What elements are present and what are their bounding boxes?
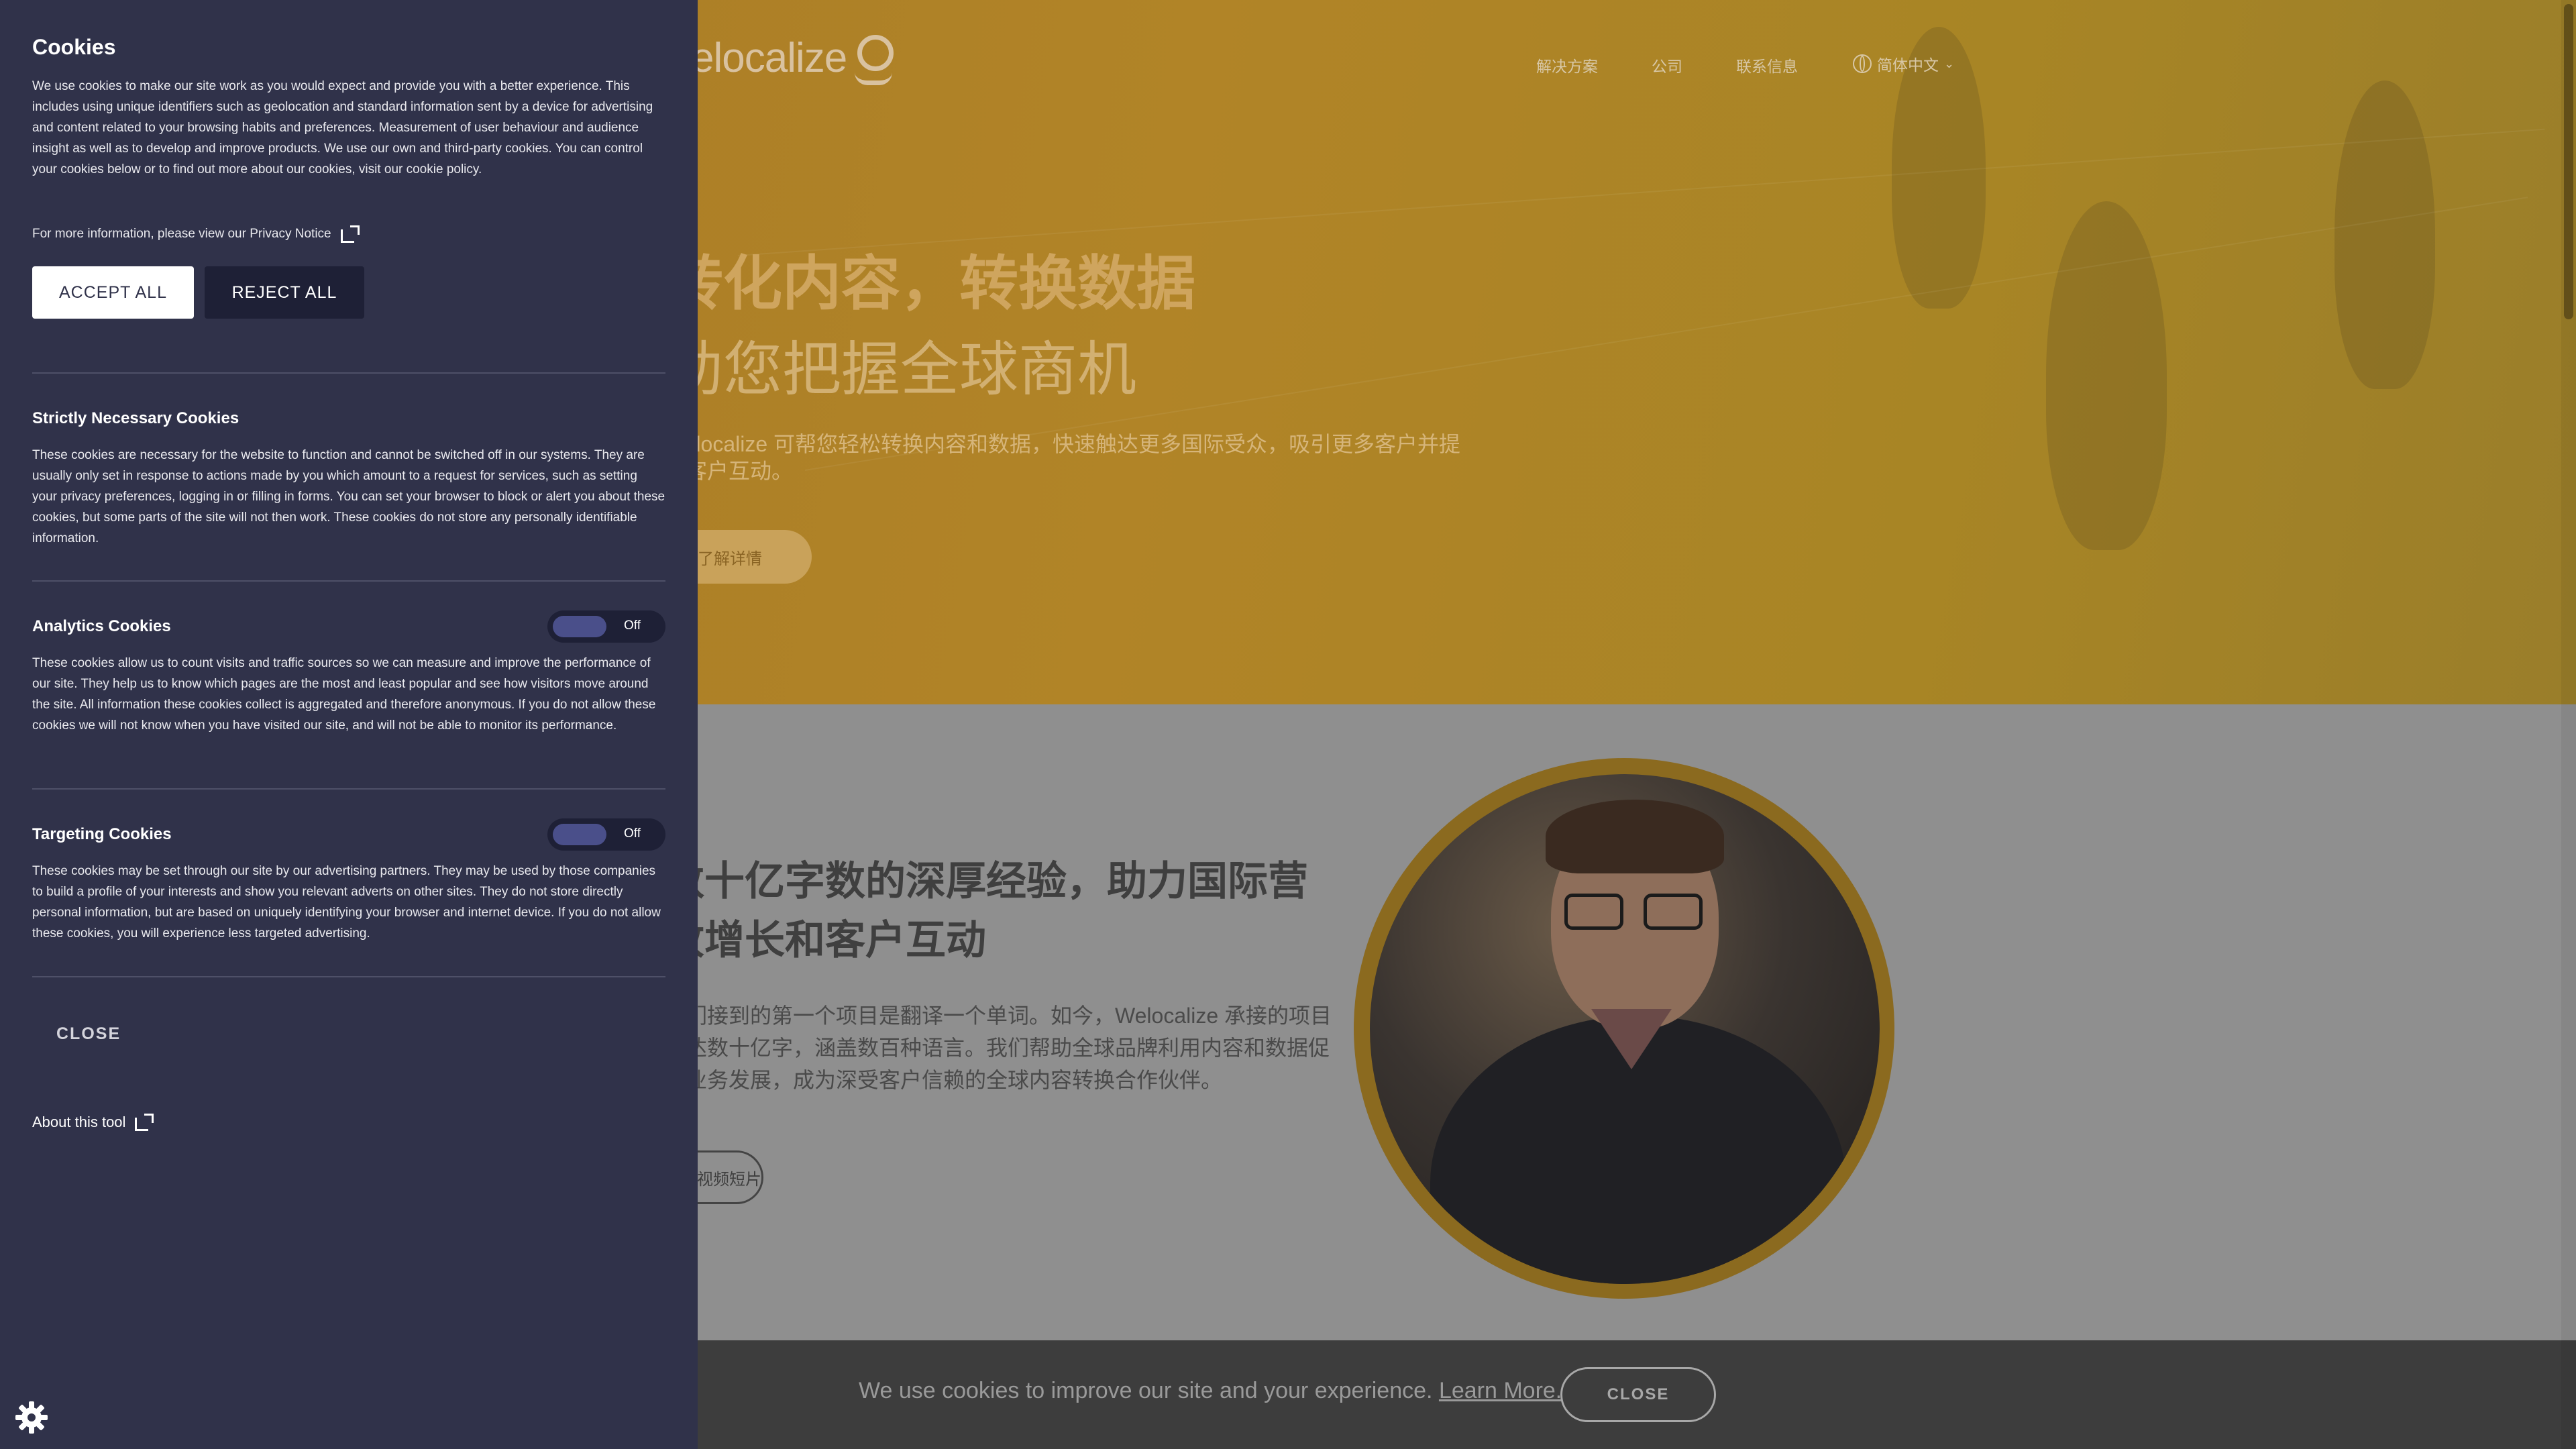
about-tool-text: About this tool (32, 1114, 126, 1130)
panel-close-button[interactable]: CLOSE (56, 1024, 121, 1044)
strictly-necessary-title: Strictly Necessary Cookies (32, 409, 239, 427)
nav-item-solutions[interactable]: 解决方案 (1536, 54, 1598, 76)
nav-item-company[interactable]: 公司 (1652, 54, 1682, 76)
cookie-banner-close-button[interactable]: CLOSE (1560, 1367, 1716, 1422)
strictly-necessary-text: These cookies are necessary for the webs… (32, 448, 665, 545)
hero-headline: 转化内容，转换数据 (664, 250, 1196, 317)
privacy-notice-link[interactable]: For more information, please view our Pr… (32, 225, 360, 243)
external-link-icon (340, 225, 360, 243)
portrait-photo (1354, 758, 1894, 1299)
toggle-state: Off (624, 826, 641, 841)
nav-item-contact[interactable]: 联系信息 (1736, 54, 1798, 76)
panel-intro: We use cookies to make our site work as … (32, 79, 653, 176)
scrollbar-thumb[interactable] (2564, 4, 2573, 319)
hero-decoration (2334, 80, 2435, 389)
site-logo[interactable]: elocalize (691, 32, 894, 85)
logo-text: elocalize (691, 34, 847, 81)
cookie-banner-message: We use cookies to improve our site and y… (859, 1378, 1433, 1403)
learn-more-link[interactable]: Learn More. (1439, 1378, 1562, 1403)
privacy-notice-text: For more information, please view our Pr… (32, 227, 331, 241)
chevron-down-icon: ⌄ (1944, 56, 1955, 70)
cookie-preferences-panel: Cookies We use cookies to make our site … (0, 0, 698, 1449)
section-headline: 数十亿字数的深厚经验，助力国际营收增长和客户互动 (664, 859, 1308, 963)
external-link-icon (135, 1114, 154, 1131)
divider (32, 788, 665, 790)
hero-body: Welocalize 可帮您轻松转换内容和数据，快速触达更多国际受众，吸引更多客… (664, 432, 1461, 483)
targeting-text: These cookies may be set through our sit… (32, 864, 661, 941)
top-navigation: 解决方案 公司 联系信息 (1536, 54, 1851, 76)
toggle-knob (553, 824, 606, 845)
hero-subheadline: 助您把握全球商机 (664, 336, 1137, 402)
scrollbar[interactable] (2561, 0, 2576, 1449)
targeting-title: Targeting Cookies (32, 825, 172, 843)
divider (32, 580, 665, 582)
about-tool-link[interactable]: About this tool (32, 1114, 154, 1131)
logo-mark-icon (853, 32, 894, 85)
globe-icon (1853, 54, 1872, 73)
section-body: 我们接到的第一个项目是翻译一个单词。如今，Welocalize 承接的项目已达数… (664, 1004, 1332, 1092)
hero-decoration (2046, 201, 2167, 550)
language-label: 简体中文 (1877, 56, 1939, 74)
cookie-banner-text: We use cookies to improve our site and y… (859, 1378, 1562, 1404)
targeting-toggle[interactable]: Off (547, 818, 665, 851)
language-selector[interactable]: 简体中文 ⌄ (1853, 52, 1954, 75)
toggle-knob (553, 616, 606, 637)
cookie-settings-gear-icon[interactable] (13, 1399, 50, 1436)
reject-all-button[interactable]: REJECT ALL (205, 266, 364, 319)
accept-all-button[interactable]: ACCEPT ALL (32, 266, 194, 319)
panel-title: Cookies (32, 35, 116, 59)
divider (32, 976, 665, 977)
divider (32, 372, 665, 374)
analytics-title: Analytics Cookies (32, 617, 171, 635)
analytics-text: These cookies allow us to count visits a… (32, 656, 656, 733)
toggle-state: Off (624, 619, 641, 633)
analytics-toggle[interactable]: Off (547, 610, 665, 643)
